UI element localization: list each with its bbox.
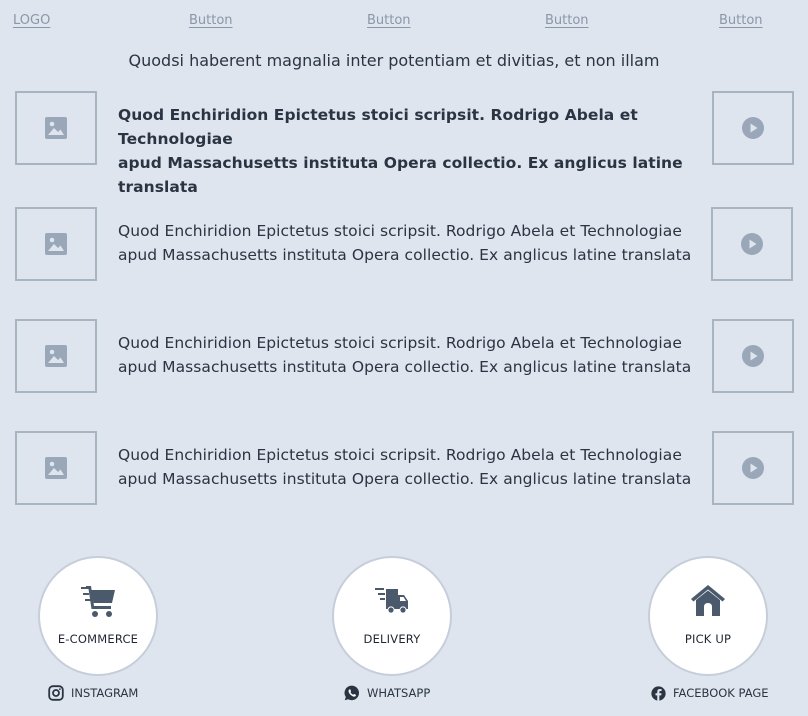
image-placeholder[interactable]	[15, 91, 97, 165]
list-item-text: Quod Enchiridion Epictetus stoici scrips…	[118, 334, 692, 376]
video-placeholder[interactable]	[712, 431, 794, 505]
video-placeholder[interactable]	[711, 207, 793, 281]
facebook-link[interactable]: FACEBOOK PAGE	[651, 684, 769, 702]
home-icon	[691, 585, 725, 616]
nav-button-1[interactable]: Button	[189, 13, 233, 28]
ecommerce-button[interactable]: E-COMMERCE	[38, 556, 158, 676]
whatsapp-icon	[344, 685, 360, 701]
whatsapp-link[interactable]: WHATSAPP	[344, 684, 430, 702]
play-icon	[742, 117, 764, 139]
image-placeholder[interactable]	[15, 431, 97, 505]
pickup-button[interactable]: PICK UP	[648, 556, 768, 676]
image-icon	[45, 345, 67, 367]
social-label: FACEBOOK PAGE	[673, 686, 769, 700]
logo-link[interactable]: LOGO	[13, 13, 50, 28]
service-label: DELIVERY	[363, 632, 421, 646]
image-placeholder[interactable]	[15, 319, 97, 393]
video-placeholder[interactable]	[712, 319, 794, 393]
page-subtitle: Quodsi haberent magnalia inter potentiam…	[128, 51, 660, 70]
image-icon	[45, 457, 67, 479]
service-label: E-COMMERCE	[57, 632, 139, 646]
delivery-button[interactable]: DELIVERY	[332, 556, 452, 676]
list-item: Quod Enchiridion Epictetus stoici scrips…	[0, 91, 808, 196]
play-icon	[742, 345, 764, 367]
nav-button-4[interactable]: Button	[719, 13, 763, 28]
top-nav: LOGO Button Button Button Button	[0, 13, 808, 33]
nav-button-3[interactable]: Button	[545, 13, 589, 28]
instagram-icon	[48, 685, 64, 701]
social-label: INSTAGRAM	[71, 686, 139, 700]
social-label: WHATSAPP	[367, 686, 431, 700]
service-label: PICK UP	[684, 632, 732, 646]
cart-icon	[81, 586, 115, 617]
list-item-text: Quod Enchiridion Epictetus stoici scrips…	[118, 446, 692, 488]
facebook-icon	[651, 685, 666, 701]
video-placeholder[interactable]	[712, 91, 794, 165]
instagram-link[interactable]: INSTAGRAM	[48, 684, 138, 702]
delivery-truck-icon	[375, 588, 408, 614]
list-item: Quod Enchiridion Epictetus stoici scrips…	[0, 319, 808, 393]
play-icon	[741, 233, 763, 255]
image-icon	[45, 117, 67, 139]
list-item-text: Quod Enchiridion Epictetus stoici scrips…	[118, 222, 692, 264]
play-icon	[742, 457, 764, 479]
image-icon	[45, 233, 67, 255]
image-placeholder[interactable]	[15, 207, 97, 281]
list-item-text: Quod Enchiridion Epictetus stoici scrips…	[118, 106, 683, 196]
list-item: Quod Enchiridion Epictetus stoici scrips…	[0, 431, 808, 505]
nav-button-2[interactable]: Button	[367, 13, 411, 28]
list-item: Quod Enchiridion Epictetus stoici scrips…	[0, 207, 808, 281]
